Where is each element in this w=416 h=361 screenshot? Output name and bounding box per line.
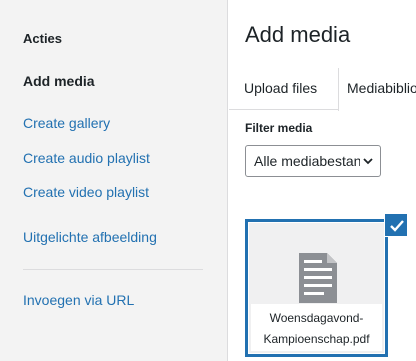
sidebar-item-create-audio-playlist[interactable]: Create audio playlist: [23, 150, 150, 166]
media-router-tabs: Upload files Mediabibliotheek: [229, 68, 416, 111]
sidebar-item-featured-image[interactable]: Uitgelichte afbeelding: [23, 229, 157, 245]
filter-media-select[interactable]: Alle mediabestanden: [245, 145, 381, 177]
page-title: Add media: [245, 22, 351, 47]
attachment-selected-check-button[interactable]: [384, 213, 408, 237]
sidebar-separator: [23, 269, 203, 270]
sidebar-item-add-media[interactable]: Add media: [23, 73, 95, 89]
filter-media-selected-value: Alle mediabestanden: [254, 153, 360, 169]
filter-media-label: Filter media: [245, 121, 313, 135]
media-modal: Acties Add media Create gallery Create a…: [0, 0, 416, 361]
attachment-filename-line1: Woensdagavond-: [269, 311, 364, 325]
attachment-thumbnail[interactable]: Woensdagavond- Kampioenschap.pdf: [245, 219, 388, 357]
checkmark-icon: [390, 220, 404, 232]
tab-media-library[interactable]: Mediabibliotheek: [338, 68, 416, 111]
sidebar-item-insert-from-url[interactable]: Invoegen via URL: [23, 292, 134, 308]
chevron-down-icon: [363, 158, 373, 165]
sidebar-item-create-gallery[interactable]: Create gallery: [23, 115, 110, 131]
document-icon: [299, 253, 337, 303]
sidebar-heading: Acties: [23, 31, 63, 46]
media-menu-sidebar: Acties Add media Create gallery Create a…: [0, 0, 228, 361]
attachment-filename: Woensdagavond- Kampioenschap.pdf: [251, 304, 382, 351]
attachment-filename-line2: Kampioenschap.pdf: [263, 332, 370, 346]
media-main: Add media Upload files Mediabibliotheek …: [229, 0, 416, 361]
sidebar-item-create-video-playlist[interactable]: Create video playlist: [23, 184, 149, 200]
tab-upload-files[interactable]: Upload files: [244, 68, 317, 110]
